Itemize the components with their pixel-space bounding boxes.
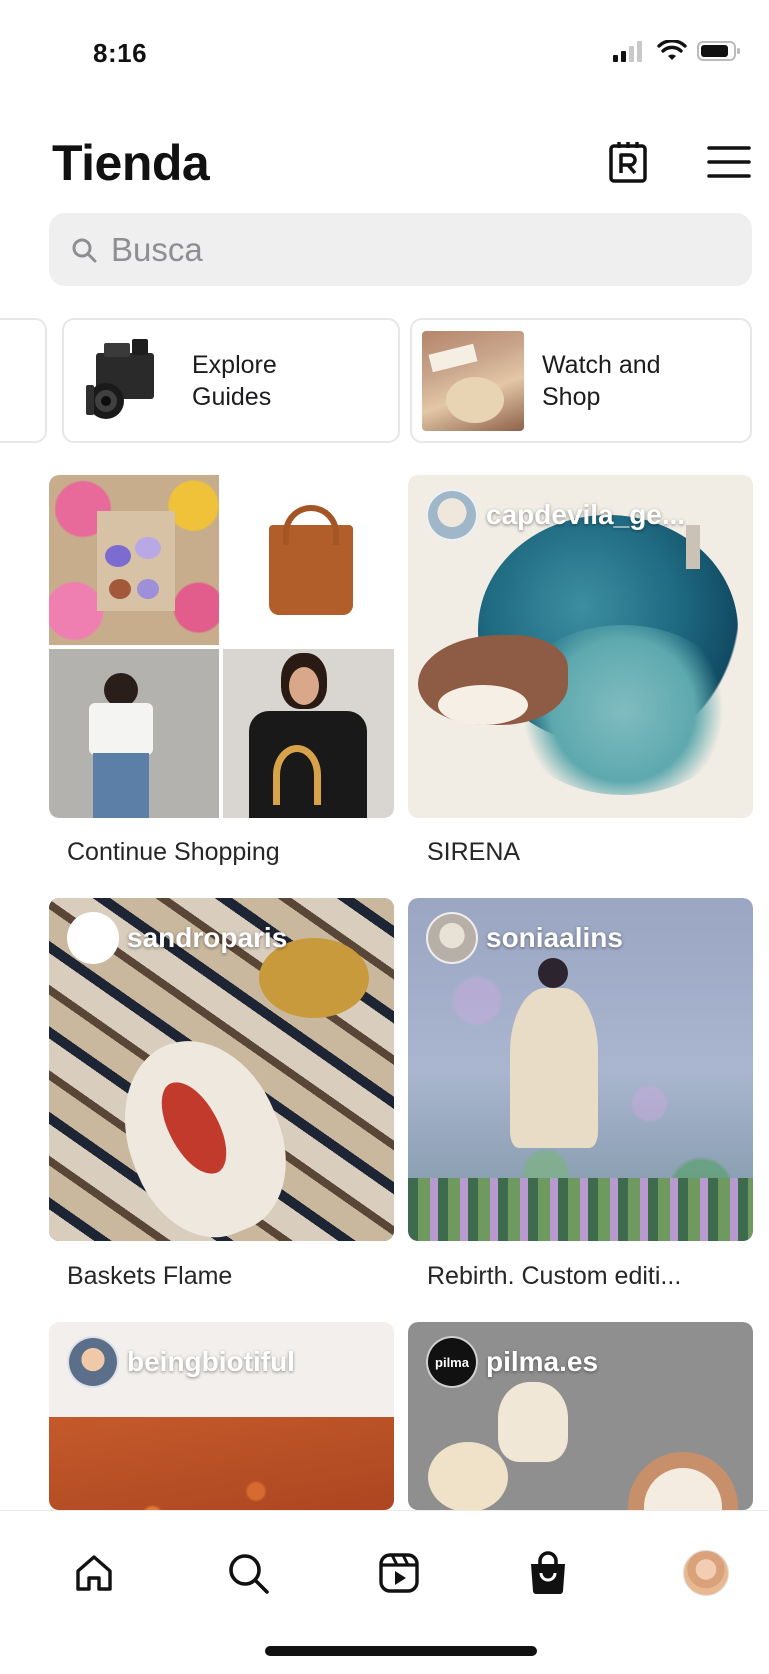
camera-thumbnail (86, 338, 154, 419)
tab-profile[interactable] (680, 1547, 732, 1599)
tab-reels[interactable] (373, 1547, 425, 1599)
search-icon (72, 238, 97, 262)
chip-label: Watch and Shop (542, 350, 661, 411)
username: pilma.es (486, 1346, 599, 1377)
home-icon (76, 1555, 112, 1591)
orders-icon[interactable] (608, 140, 648, 189)
card-beingbiotiful[interactable]: beingbiotiful (49, 1322, 394, 1510)
card-handle[interactable]: sandroparis (67, 912, 287, 964)
username: sandroparis (127, 922, 288, 953)
card-handle[interactable]: capdevila_ge... (426, 489, 685, 541)
shop-icon (531, 1551, 565, 1594)
home-indicator (265, 1646, 537, 1656)
card-handle[interactable]: beingbiotiful (67, 1336, 295, 1388)
card-image: beingbiotiful (49, 1322, 394, 1510)
battery-icon (697, 41, 740, 61)
shop-header: Tienda (0, 120, 769, 200)
card-image (49, 475, 394, 818)
card-image: sandroparis (49, 898, 394, 1241)
profile-avatar (683, 1550, 729, 1596)
chip-partial[interactable] (0, 318, 47, 443)
card-rebirth[interactable]: soniaalins (408, 898, 753, 1241)
tab-shop[interactable] (522, 1547, 574, 1599)
card-caption: SIRENA (427, 838, 521, 866)
avatar (426, 489, 478, 541)
card-sirena[interactable]: capdevila_ge... (408, 475, 753, 818)
card-handle[interactable]: pilma pilma.es (426, 1336, 598, 1388)
card-continue-shopping[interactable] (49, 475, 394, 818)
avatar (67, 912, 119, 964)
avatar (67, 1336, 119, 1388)
reels-icon (379, 1553, 419, 1593)
menu-icon[interactable] (707, 144, 751, 185)
chip-label: Explore Guides (192, 350, 277, 411)
username: beingbiotiful (127, 1346, 295, 1377)
avatar: pilma (426, 1336, 478, 1388)
card-pilma[interactable]: pilma pilma.es (408, 1322, 753, 1510)
card-baskets-flame[interactable]: sandroparis (49, 898, 394, 1241)
card-caption: Baskets Flame (67, 1262, 233, 1290)
tab-search[interactable] (222, 1547, 274, 1599)
card-image: capdevila_ge... (408, 475, 753, 818)
brand-logo-text: pilma (435, 1354, 469, 1370)
card-image: pilma pilma.es (408, 1322, 753, 1510)
video-thumbnail (422, 330, 524, 431)
status-icons (613, 40, 741, 62)
card-caption: Continue Shopping (67, 838, 280, 866)
card-image: soniaalins (408, 898, 753, 1241)
page-title: Tienda (52, 135, 210, 191)
tab-home[interactable] (68, 1547, 120, 1599)
username: soniaalins (486, 922, 623, 953)
chip-watch-and-shop[interactable]: Watch and Shop (410, 318, 752, 443)
status-time: 8:16 (93, 38, 148, 68)
avatar (426, 912, 478, 964)
status-bar: 8:16 (0, 0, 769, 100)
search-placeholder: Busca (111, 230, 203, 268)
cellular-signal-icon (613, 41, 642, 62)
search-icon (229, 1554, 269, 1594)
shop-shortcuts: Explore Guides Watch and Shop (0, 318, 769, 443)
username: capdevila_ge... (486, 499, 686, 530)
card-handle[interactable]: soniaalins (426, 912, 623, 964)
card-caption: Rebirth. Custom editi... (427, 1262, 682, 1290)
chip-explore-guides[interactable]: Explore Guides (62, 318, 400, 443)
wifi-icon (657, 40, 687, 60)
search-input[interactable]: Busca (49, 213, 752, 286)
